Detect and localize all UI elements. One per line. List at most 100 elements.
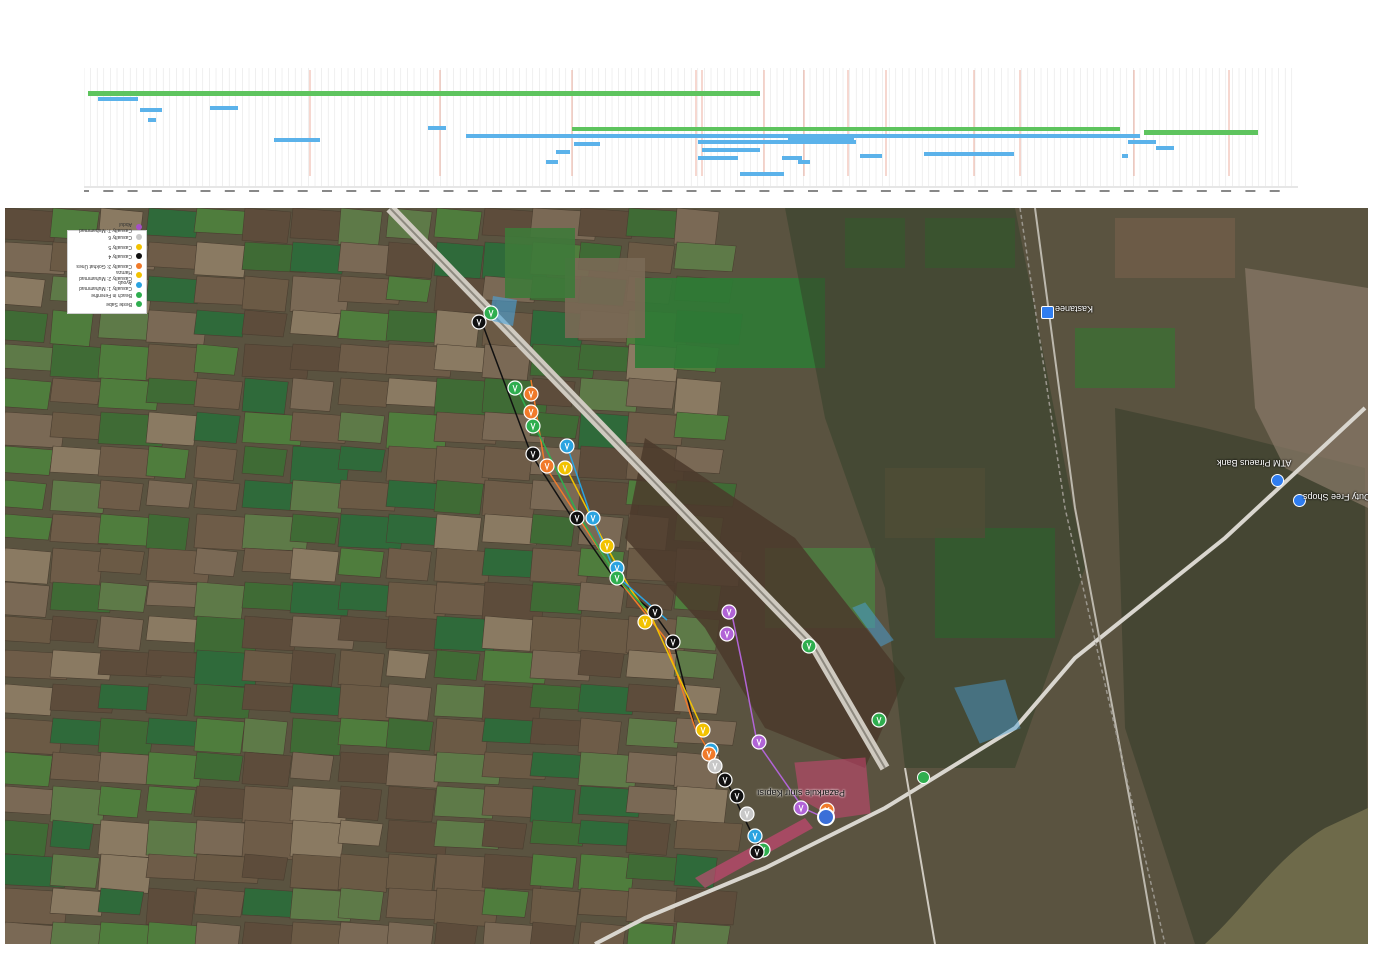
person-icon[interactable] xyxy=(1041,306,1054,319)
casualty-marker-green[interactable] xyxy=(871,712,887,728)
field-parcel xyxy=(49,479,108,514)
casualty-marker-orange[interactable] xyxy=(523,404,539,420)
field-parcel xyxy=(97,547,145,575)
field-parcel xyxy=(433,717,490,758)
casualty-marker-blue[interactable] xyxy=(585,510,601,526)
bank-icon[interactable] xyxy=(1271,474,1284,487)
label-bank: ATM Piraeus Bank xyxy=(1217,458,1292,468)
casualty-marker-green[interactable] xyxy=(483,305,499,321)
field-parcel xyxy=(5,819,49,857)
casualty-marker-green[interactable] xyxy=(507,380,523,396)
field-parcel xyxy=(529,785,576,826)
field-parcel xyxy=(145,241,202,270)
field-parcel xyxy=(337,547,385,578)
timeline-tick xyxy=(1123,190,1134,192)
casualty-marker-blue[interactable] xyxy=(559,438,575,454)
field-parcel xyxy=(49,377,102,405)
casualty-marker-grey[interactable] xyxy=(707,758,723,774)
timeline-bar-green xyxy=(88,91,760,96)
field-parcel xyxy=(337,445,386,473)
field-parcel xyxy=(386,921,435,944)
field-parcel xyxy=(145,343,201,383)
timeline-tick xyxy=(224,190,235,192)
legend-item: Beste Sabe xyxy=(72,299,142,309)
casualty-marker-purple[interactable] xyxy=(793,800,809,816)
timeline-bar-blue xyxy=(574,142,600,146)
casualty-marker-orange[interactable] xyxy=(539,458,555,474)
legend-swatch xyxy=(136,253,142,260)
field-parcel xyxy=(1115,218,1235,278)
casualty-marker-black[interactable] xyxy=(665,634,681,650)
casualty-marker-black[interactable] xyxy=(525,446,541,462)
timeline-tick xyxy=(176,190,187,192)
timeline-bar-green xyxy=(572,127,1120,131)
casualty-marker-yellow[interactable] xyxy=(557,460,573,476)
casualty-marker-black[interactable] xyxy=(471,314,487,330)
gate-icon[interactable] xyxy=(817,808,835,826)
timeline-tick xyxy=(1075,190,1086,192)
field-parcel xyxy=(97,615,144,651)
field-parcel xyxy=(49,547,104,587)
field-parcel xyxy=(337,241,394,275)
casualty-marker-yellow[interactable] xyxy=(637,614,653,630)
field-parcel xyxy=(241,921,298,944)
timeline-bar-blue xyxy=(428,126,446,130)
casualty-marker-black[interactable] xyxy=(569,510,585,526)
field-parcel xyxy=(49,309,94,347)
legend-label: Casualty 2: Muhammad Hamza xyxy=(79,269,132,282)
field-parcel xyxy=(337,887,385,922)
casualty-marker-purple[interactable] xyxy=(719,626,735,642)
exit-icon[interactable] xyxy=(917,771,930,784)
field-parcel xyxy=(337,649,385,688)
casualty-marker-black[interactable] xyxy=(729,788,745,804)
timeline-tick xyxy=(394,190,405,192)
timeline-tick xyxy=(1172,190,1183,192)
field-parcel xyxy=(5,275,46,308)
timeline-tick xyxy=(613,190,624,192)
field-parcel xyxy=(5,377,52,410)
casualty-marker-black[interactable] xyxy=(749,844,765,860)
casualty-marker-purple[interactable] xyxy=(751,734,767,750)
label-pazarkule: Pazarkule sınır Kapısı xyxy=(757,788,846,798)
casualty-marker-green[interactable] xyxy=(525,418,541,434)
timeline-tick xyxy=(467,190,478,192)
field-parcel xyxy=(289,377,335,412)
legend-label: Casualty 4 xyxy=(108,253,132,260)
casualty-marker-yellow[interactable] xyxy=(695,722,711,738)
field-parcel xyxy=(482,921,539,944)
field-parcel xyxy=(5,479,47,510)
field-parcel xyxy=(433,309,481,349)
field-parcel xyxy=(97,479,144,512)
field-parcel xyxy=(505,228,575,298)
casualty-marker-purple[interactable] xyxy=(721,604,737,620)
timeline-tick xyxy=(759,190,770,192)
timeline-bar-blue xyxy=(140,108,162,112)
casualty-marker-grey[interactable] xyxy=(739,806,755,822)
casualty-marker-blue[interactable] xyxy=(747,828,763,844)
timeline-bar-blue xyxy=(782,156,802,160)
timeline-bar-blue xyxy=(546,160,558,164)
timeline-tick xyxy=(953,190,964,192)
field-parcel xyxy=(145,683,192,717)
casualty-marker-yellow[interactable] xyxy=(599,538,615,554)
legend-swatch xyxy=(136,282,142,289)
field-parcel xyxy=(289,683,347,717)
field-parcel xyxy=(193,751,244,782)
field-parcel xyxy=(193,479,241,511)
casualty-marker-green[interactable] xyxy=(609,570,625,586)
field-parcel xyxy=(337,785,383,821)
timeline-axis xyxy=(84,186,1298,192)
timeline-tick xyxy=(783,190,794,192)
casualty-marker-orange[interactable] xyxy=(523,386,539,402)
timeline-tick xyxy=(1196,190,1207,192)
field-parcel xyxy=(529,581,586,615)
satellite-map[interactable]: Kastanee ATM Piraeus Bank Hellenic Duty … xyxy=(5,208,1368,944)
timeline-tick xyxy=(322,190,332,192)
legend-label: Casualty 6 xyxy=(108,234,132,241)
timeline-tick xyxy=(1245,190,1256,192)
map-legend: Beste Sabe Beach in Ferenthe Casualty 1: M… xyxy=(67,221,147,314)
casualty-marker-green[interactable] xyxy=(801,638,817,654)
field-parcel xyxy=(673,819,743,852)
label-duty-free: Hellenic Duty Free Shops xyxy=(1303,492,1368,502)
casualty-marker-black[interactable] xyxy=(717,772,733,788)
